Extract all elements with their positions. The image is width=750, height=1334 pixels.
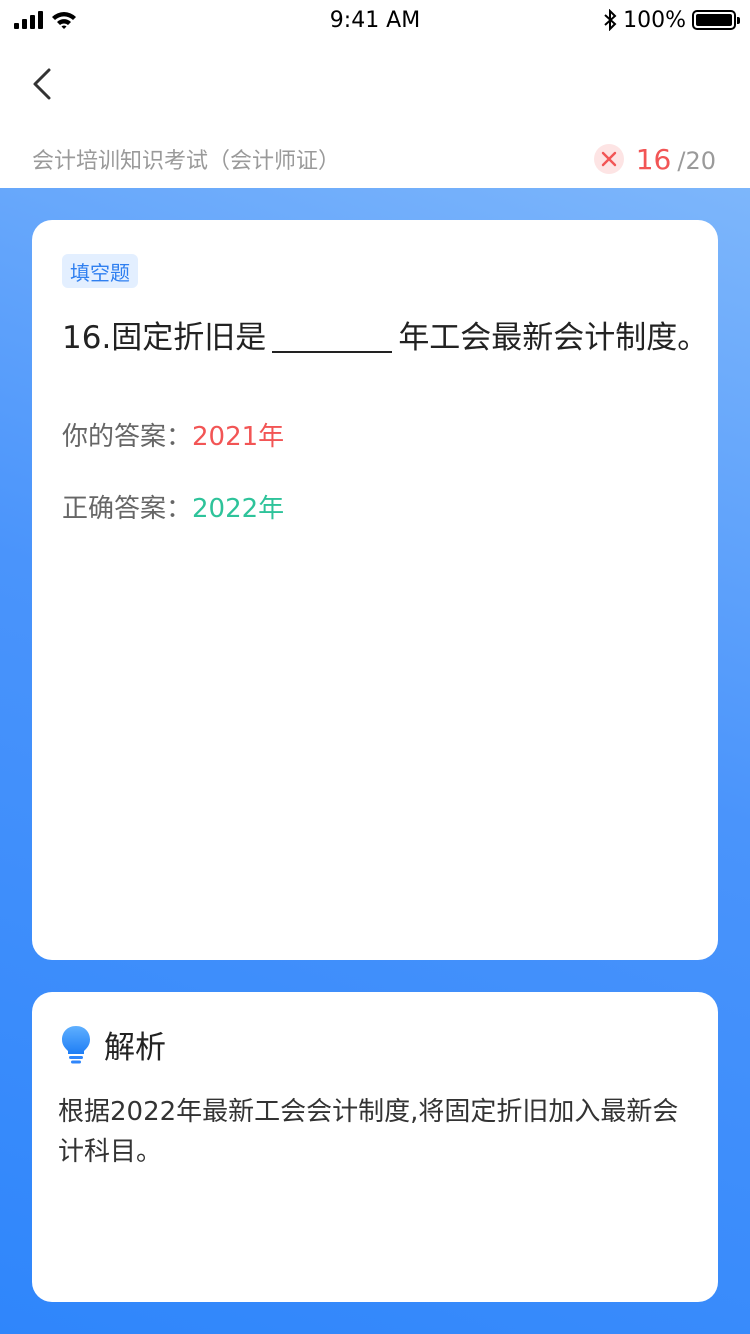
correct-answer-row: 正确答案： 2022年 [62, 488, 284, 525]
exam-title: 会计培训知识考试（会计师证） [32, 149, 341, 174]
status-bar: 9:41 AM 100% [0, 0, 750, 40]
analysis-title: 解析 [104, 1030, 166, 1066]
correct-answer-label: 正确答案： [62, 494, 193, 524]
lightbulb-icon [62, 1025, 90, 1063]
signal-icon [14, 11, 43, 29]
analysis-header: 解析 [60, 1022, 166, 1067]
your-answer-value: 2021年 [192, 422, 285, 452]
analysis-text: 根据2022年最新工会会计制度,将固定折旧加入最新会计科目。 [58, 1097, 679, 1167]
fill-blank [272, 319, 393, 353]
battery-icon [692, 10, 740, 30]
question-card: 填空题 16.固定折旧是 年工会最新会计制度。 你的答案： 2021年 正确答案… [32, 220, 718, 960]
status-right: 100% [603, 7, 740, 33]
battery-percent: 100% [623, 7, 686, 33]
question-progress[interactable]: 16 /20 [593, 142, 716, 176]
your-answer-label: 你的答案： [62, 422, 193, 452]
your-answer-row: 你的答案： 2021年 [62, 416, 284, 453]
current-question-number: 16 [635, 142, 672, 176]
bluetooth-icon [604, 9, 617, 31]
back-button[interactable] [22, 58, 62, 110]
correct-answer-value: 2022年 [192, 494, 285, 524]
back-icon [33, 68, 51, 100]
status-left [14, 10, 77, 30]
question-text-before: 16.固定折旧是 [62, 320, 267, 356]
question-text-after: 年工会最新会计制度。 [398, 320, 709, 356]
question-text: 16.固定折旧是 年工会最新会计制度。 [62, 312, 712, 357]
total-questions: /20 [677, 146, 716, 175]
wrong-x-icon [593, 144, 624, 174]
exam-header: 会计培训知识考试（会计师证） 16 /20 [0, 130, 750, 188]
analysis-card: 解析 根据2022年最新工会会计制度,将固定折旧加入最新会计科目。 [32, 992, 718, 1302]
question-type-tag: 填空题 [62, 254, 138, 288]
wifi-icon [52, 12, 76, 29]
